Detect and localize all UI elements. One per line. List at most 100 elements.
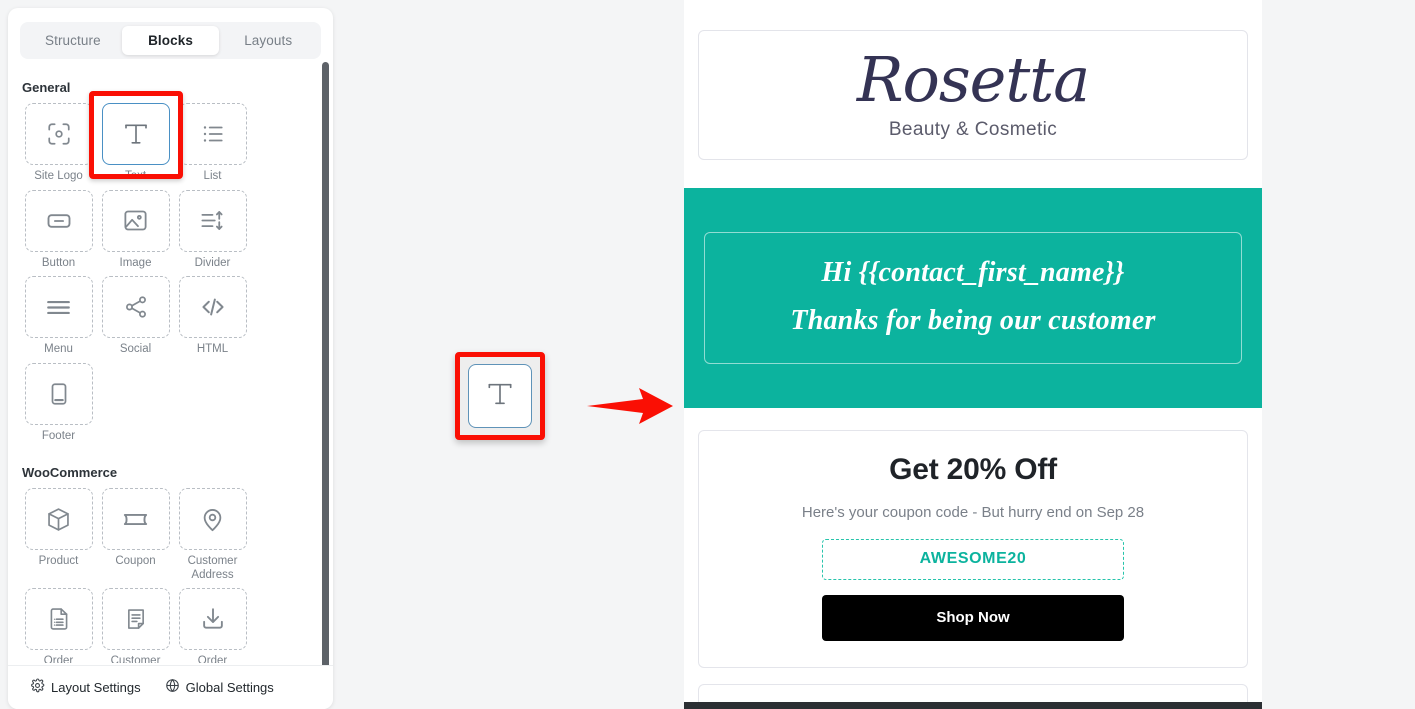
coupon-code: AWESOME20 <box>919 550 1027 567</box>
site-logo-icon <box>46 121 72 147</box>
block-item-site-logo[interactable]: Site Logo <box>20 103 97 184</box>
block-label-social: Social <box>119 343 152 355</box>
block-item-customer-notes[interactable]: Customer Notes <box>97 588 174 663</box>
block-tile-footer[interactable] <box>24 362 93 425</box>
list-icon <box>200 121 226 147</box>
block-label-html: HTML <box>196 343 229 355</box>
divider-icon <box>199 207 226 234</box>
layout-settings-button[interactable]: Layout Settings <box>30 677 141 698</box>
shop-now-button[interactable]: Shop Now <box>822 595 1124 641</box>
box-icon <box>45 506 72 533</box>
tab-layouts[interactable]: Layouts <box>219 26 317 55</box>
block-label-button: Button <box>41 256 76 269</box>
hero-line-1: Hi {{contact_first_name}} <box>821 257 1125 288</box>
group-title-general: General <box>22 80 71 95</box>
blocks-sidebar: Structure Blocks Layouts General Site Lo… <box>8 8 333 709</box>
location-pin-icon <box>199 506 226 533</box>
global-settings-button[interactable]: Global Settings <box>165 678 274 698</box>
block-item-image[interactable]: Image <box>97 189 174 271</box>
block-label-site-logo: Site Logo <box>34 170 83 182</box>
block-tile-product[interactable] <box>24 488 93 550</box>
general-blocks-grid: Site Logo Text List Button Image Divider… <box>20 91 321 449</box>
email-block-coupon[interactable]: Get 20% Off Here's your coupon code - Bu… <box>698 430 1248 668</box>
block-label-menu: Menu <box>44 343 73 355</box>
blocks-scroll-area[interactable]: General Site Logo Text List Button Image… <box>8 64 333 663</box>
block-tile-html[interactable] <box>178 276 247 338</box>
group-title-woocommerce: WooCommerce <box>22 465 118 480</box>
tab-structure[interactable]: Structure <box>24 26 122 55</box>
block-tile-order-summary[interactable] <box>24 588 93 650</box>
block-item-coupon[interactable]: Coupon <box>97 488 174 582</box>
coupon-title: Get 20% Off <box>889 453 1057 486</box>
block-item-list[interactable]: List <box>174 103 251 184</box>
block-item-product[interactable]: Product <box>20 488 97 582</box>
coupon-subtitle: Here's your coupon code - But hurry end … <box>801 504 1145 521</box>
block-item-order-summary[interactable]: Order Summary <box>20 588 97 663</box>
woocommerce-blocks-grid: Product Coupon Customer Address Order Cu… <box>20 488 321 663</box>
block-label-text: Text <box>124 170 147 182</box>
block-item-customer-address[interactable]: Customer Address <box>174 488 251 582</box>
block-tile-customer-notes[interactable] <box>101 588 170 650</box>
block-item-button[interactable]: Button <box>20 189 97 271</box>
sidebar-tabs: Structure Blocks Layouts <box>20 22 321 59</box>
block-tile-button[interactable] <box>24 189 93 252</box>
block-item-divider[interactable]: Divider <box>174 189 251 271</box>
layout-settings-label: Layout Settings <box>51 680 141 695</box>
block-tile-social[interactable] <box>101 276 170 338</box>
drag-ghost-text-block[interactable] <box>455 352 545 440</box>
block-label-customer-address: Customer Address <box>187 555 238 581</box>
menu-icon <box>44 293 73 322</box>
block-item-text[interactable]: Text <box>88 91 183 184</box>
brand-tagline: Beauty & Cosmetic <box>888 119 1058 140</box>
block-label-product: Product <box>38 555 79 567</box>
right-arrow-icon <box>585 385 675 432</box>
block-item-menu[interactable]: Menu <box>20 276 97 357</box>
coupon-code-box[interactable]: AWESOME20 <box>822 539 1124 580</box>
hero-text-box[interactable]: Hi {{contact_first_name}} Thanks for bei… <box>704 232 1242 364</box>
block-label-list: List <box>203 170 222 182</box>
email-content: Rosetta Beauty & Cosmetic Hi {{contact_f… <box>684 30 1262 709</box>
sidebar-tabs-container: Structure Blocks Layouts <box>8 8 333 65</box>
gear-icon <box>30 677 45 698</box>
block-item-footer[interactable]: Footer <box>20 362 97 444</box>
drag-ghost-inner <box>468 364 532 428</box>
block-label-order-summary: Order Summary <box>43 655 74 663</box>
block-tile-divider[interactable] <box>178 189 247 252</box>
app-root: Structure Blocks Layouts General Site Lo… <box>0 0 1415 709</box>
block-tile-coupon[interactable] <box>101 488 170 550</box>
document-list-icon <box>46 606 72 632</box>
block-tile-site-logo[interactable] <box>24 103 93 165</box>
brand-name: Rosetta <box>856 43 1090 116</box>
button-icon <box>45 207 73 235</box>
sidebar-footer: Layout Settings Global Settings <box>8 665 333 709</box>
text-icon <box>484 378 516 415</box>
block-item-social[interactable]: Social <box>97 276 174 357</box>
text-icon <box>121 119 151 149</box>
block-tile-text[interactable] <box>101 103 170 165</box>
block-label-footer: Footer <box>41 429 76 442</box>
globe-icon <box>165 678 180 698</box>
block-label-divider: Divider <box>194 256 231 269</box>
block-tile-menu[interactable] <box>24 276 93 338</box>
block-label-order-downloads: Order Downloads <box>197 655 228 663</box>
hero-line-2: Thanks for being our customer <box>790 305 1156 336</box>
block-item-order-downloads[interactable]: Order Downloads <box>174 588 251 663</box>
download-icon <box>199 605 227 633</box>
tab-blocks[interactable]: Blocks <box>121 26 220 55</box>
block-item-html[interactable]: HTML <box>174 276 251 357</box>
email-block-hero[interactable]: Hi {{contact_first_name}} Thanks for bei… <box>684 188 1262 408</box>
code-icon <box>199 293 227 321</box>
block-label-image: Image <box>119 256 152 269</box>
canvas-horizontal-scrollbar[interactable] <box>684 702 1262 709</box>
email-block-site-logo[interactable]: Rosetta Beauty & Cosmetic <box>698 30 1248 160</box>
social-share-icon <box>123 294 149 320</box>
footer-icon <box>46 381 72 407</box>
block-tile-order-downloads[interactable] <box>178 588 247 650</box>
email-preview-canvas: Rosetta Beauty & Cosmetic Hi {{contact_f… <box>684 0 1262 709</box>
block-tile-customer-address[interactable] <box>178 488 247 550</box>
ticket-icon <box>121 505 150 534</box>
block-tile-list[interactable] <box>178 103 247 165</box>
block-tile-image[interactable] <box>101 189 170 252</box>
notes-icon <box>123 606 149 632</box>
sidebar-scrollbar-thumb[interactable] <box>322 62 329 675</box>
